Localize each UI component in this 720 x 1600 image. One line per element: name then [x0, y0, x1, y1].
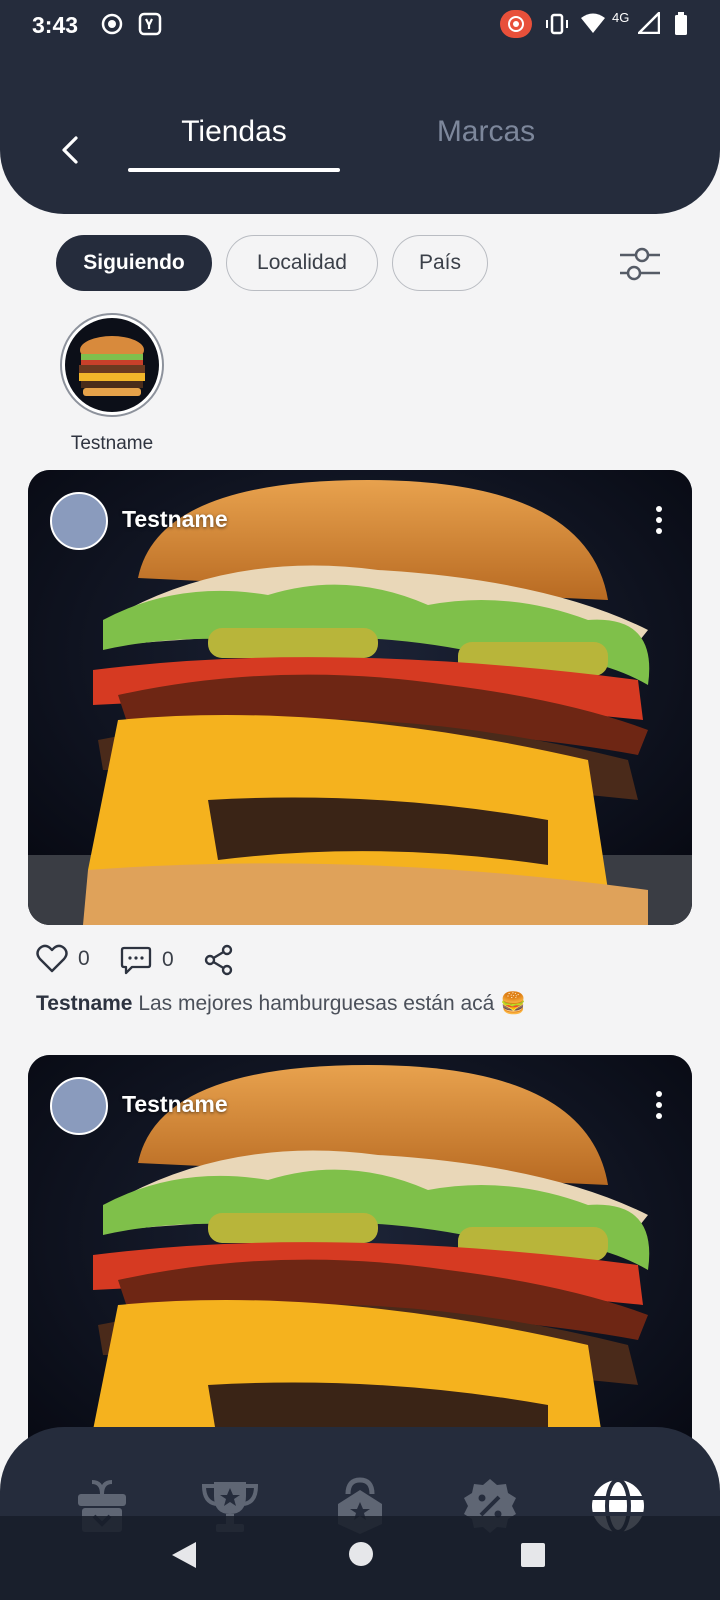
post-author-name[interactable]: Testname [122, 1091, 228, 1118]
more-options-icon[interactable] [654, 504, 664, 536]
story-name: Testname [70, 433, 154, 454]
caption-author[interactable]: Testname [36, 992, 132, 1015]
system-back-icon[interactable] [170, 1540, 198, 1570]
post-author-avatar[interactable] [50, 1077, 108, 1135]
share-action[interactable] [204, 944, 234, 976]
like-action[interactable]: 0 [36, 944, 90, 974]
record-icon [101, 13, 123, 35]
more-options-icon[interactable] [654, 1089, 664, 1121]
wifi-icon [581, 13, 605, 33]
share-icon [204, 944, 233, 976]
post-actions: 0 0 [36, 944, 336, 984]
vibrate-icon [546, 13, 568, 35]
post-image[interactable]: Testname [28, 1055, 692, 1455]
post-image[interactable]: Testname [28, 470, 692, 925]
status-bar: 3:43 4G [0, 0, 720, 52]
post-author-name[interactable]: Testname [122, 506, 228, 533]
comment-count: 0 [162, 948, 174, 971]
comment-icon [120, 946, 152, 975]
heart-icon [36, 944, 68, 973]
story-avatar[interactable] [60, 313, 164, 417]
caption-text: Las mejores hamburguesas están acá 🍔 [132, 992, 527, 1015]
battery-icon [675, 12, 687, 35]
screen-record-icon [500, 10, 532, 38]
signal-icon [638, 12, 660, 34]
post-caption: Testname Las mejores hamburguesas están … [36, 992, 526, 1016]
burger-thumbnail [65, 318, 159, 412]
like-count: 0 [78, 947, 90, 970]
active-tab-indicator [128, 168, 340, 172]
system-recents-icon[interactable] [520, 1542, 546, 1568]
system-home-icon[interactable] [348, 1541, 374, 1567]
app-notification-icon [138, 12, 162, 36]
back-button[interactable] [52, 128, 92, 172]
tab-tiendas[interactable]: Tiendas [128, 115, 340, 149]
burger-photo [28, 470, 692, 925]
filter-chip-localidad[interactable]: Localidad [226, 235, 378, 291]
comment-action[interactable]: 0 [120, 944, 174, 976]
network-type-label: 4G [612, 10, 630, 25]
filter-settings-icon[interactable] [616, 240, 664, 288]
tab-marcas[interactable]: Marcas [380, 115, 592, 149]
post-author-avatar[interactable] [50, 492, 108, 550]
filter-chip-pais[interactable]: País [392, 235, 488, 291]
status-time: 3:43 [32, 12, 79, 38]
filter-chip-siguiendo[interactable]: Siguiendo [56, 235, 212, 291]
